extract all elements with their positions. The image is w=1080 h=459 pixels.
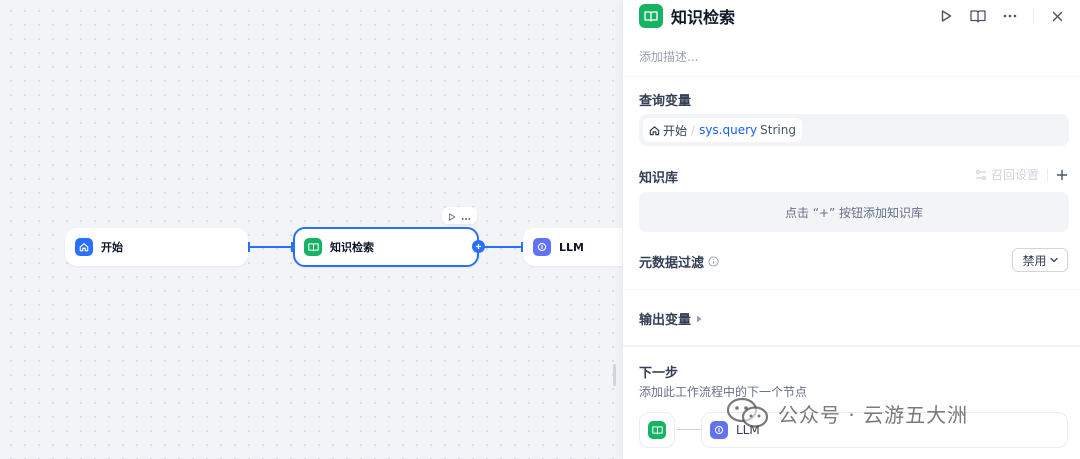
node-knowledge-retrieval[interactable]: 知识检索 [293, 227, 479, 267]
divider [623, 76, 1080, 77]
knowledge-base-title: 知识库 [639, 171, 679, 186]
chip-variable-name: sys.query [699, 123, 758, 137]
home-icon [649, 125, 660, 135]
panel-header: 知识检索 [639, 3, 1068, 29]
play-icon [941, 10, 952, 22]
more-icon [1003, 14, 1017, 18]
node-llm-label: LLM [559, 240, 584, 254]
query-variable-chip[interactable]: 开始 / sys.query String [643, 118, 802, 142]
close-panel-button[interactable] [1046, 5, 1068, 27]
next-step-connector [677, 429, 701, 430]
output-variables-title: 输出变量 [639, 313, 692, 328]
panel-header-actions [925, 5, 1068, 27]
edge-kr-to-llm [479, 246, 523, 248]
metadata-filter-label: 元数据过滤 [639, 256, 705, 271]
kb-actions-divider [1047, 168, 1048, 181]
info-icon[interactable] [708, 256, 719, 267]
chip-variable-type: String [760, 123, 796, 137]
settings-sliders-icon [975, 169, 987, 180]
panel-title[interactable]: 知识检索 [671, 4, 735, 28]
node-start-label: 开始 [101, 241, 123, 254]
chevron-down-icon [1049, 257, 1058, 263]
header-divider [1033, 9, 1034, 23]
query-variable-selector[interactable]: 开始 / sys.query String [639, 114, 1069, 146]
home-icon [75, 238, 93, 256]
node-llm[interactable]: LLM [523, 228, 633, 266]
next-step-title: 下一步 [639, 366, 679, 381]
metadata-filter-value: 禁用 [1022, 253, 1047, 268]
book-icon [639, 4, 663, 28]
description-input[interactable]: 添加描述... [639, 48, 698, 65]
watermark-text: 公众号 · 云游五大洲 [778, 402, 969, 427]
workflow-canvas[interactable]: 开始 知识检索 LLM [0, 0, 633, 459]
node-toolbar [442, 207, 477, 224]
run-node-icon[interactable] [448, 206, 456, 225]
chip-separator: / [691, 123, 696, 137]
divider [623, 289, 1080, 290]
node-start[interactable]: 开始 [65, 228, 248, 266]
metadata-filter-title: 元数据过滤 [639, 252, 719, 271]
query-variable-title: 查询变量 [639, 94, 692, 109]
recall-settings-button[interactable]: 召回设置 [991, 166, 1039, 183]
edge-start-to-kr [248, 246, 293, 248]
chip-source-node: 开始 [663, 123, 688, 138]
more-options-button[interactable] [999, 5, 1021, 27]
more-icon[interactable] [461, 206, 471, 225]
book-open-icon [970, 10, 986, 23]
node-config-panel: 知识检索 添加描述... 查询变量 开始 / sys.query String [622, 0, 1080, 459]
brain-icon [533, 238, 551, 256]
add-knowledge-plus-icon[interactable] [1056, 169, 1068, 181]
divider [623, 345, 1080, 347]
run-step-button[interactable] [935, 5, 957, 27]
book-icon [304, 238, 322, 256]
output-variables-toggle[interactable]: 输出变量 [639, 309, 702, 328]
close-icon [1052, 11, 1062, 21]
book-icon [648, 421, 666, 439]
caret-right-icon [697, 315, 702, 322]
knowledge-base-empty-hint: 点击 “+” 按钮添加知识库 [639, 192, 1069, 232]
watermark: 公众号 · 云游五大洲 [726, 396, 968, 430]
metadata-filter-select[interactable]: 禁用 [1012, 248, 1068, 272]
next-step-source-node [639, 412, 675, 448]
edge-start-handle [248, 242, 250, 252]
node-kr-label: 知识检索 [330, 241, 374, 254]
knowledge-base-actions: 召回设置 [975, 166, 1068, 183]
add-node-plus-icon[interactable] [472, 240, 485, 253]
wechat-icon [726, 397, 769, 428]
help-docs-button[interactable] [967, 5, 989, 27]
panel-resize-handle[interactable] [613, 364, 616, 386]
